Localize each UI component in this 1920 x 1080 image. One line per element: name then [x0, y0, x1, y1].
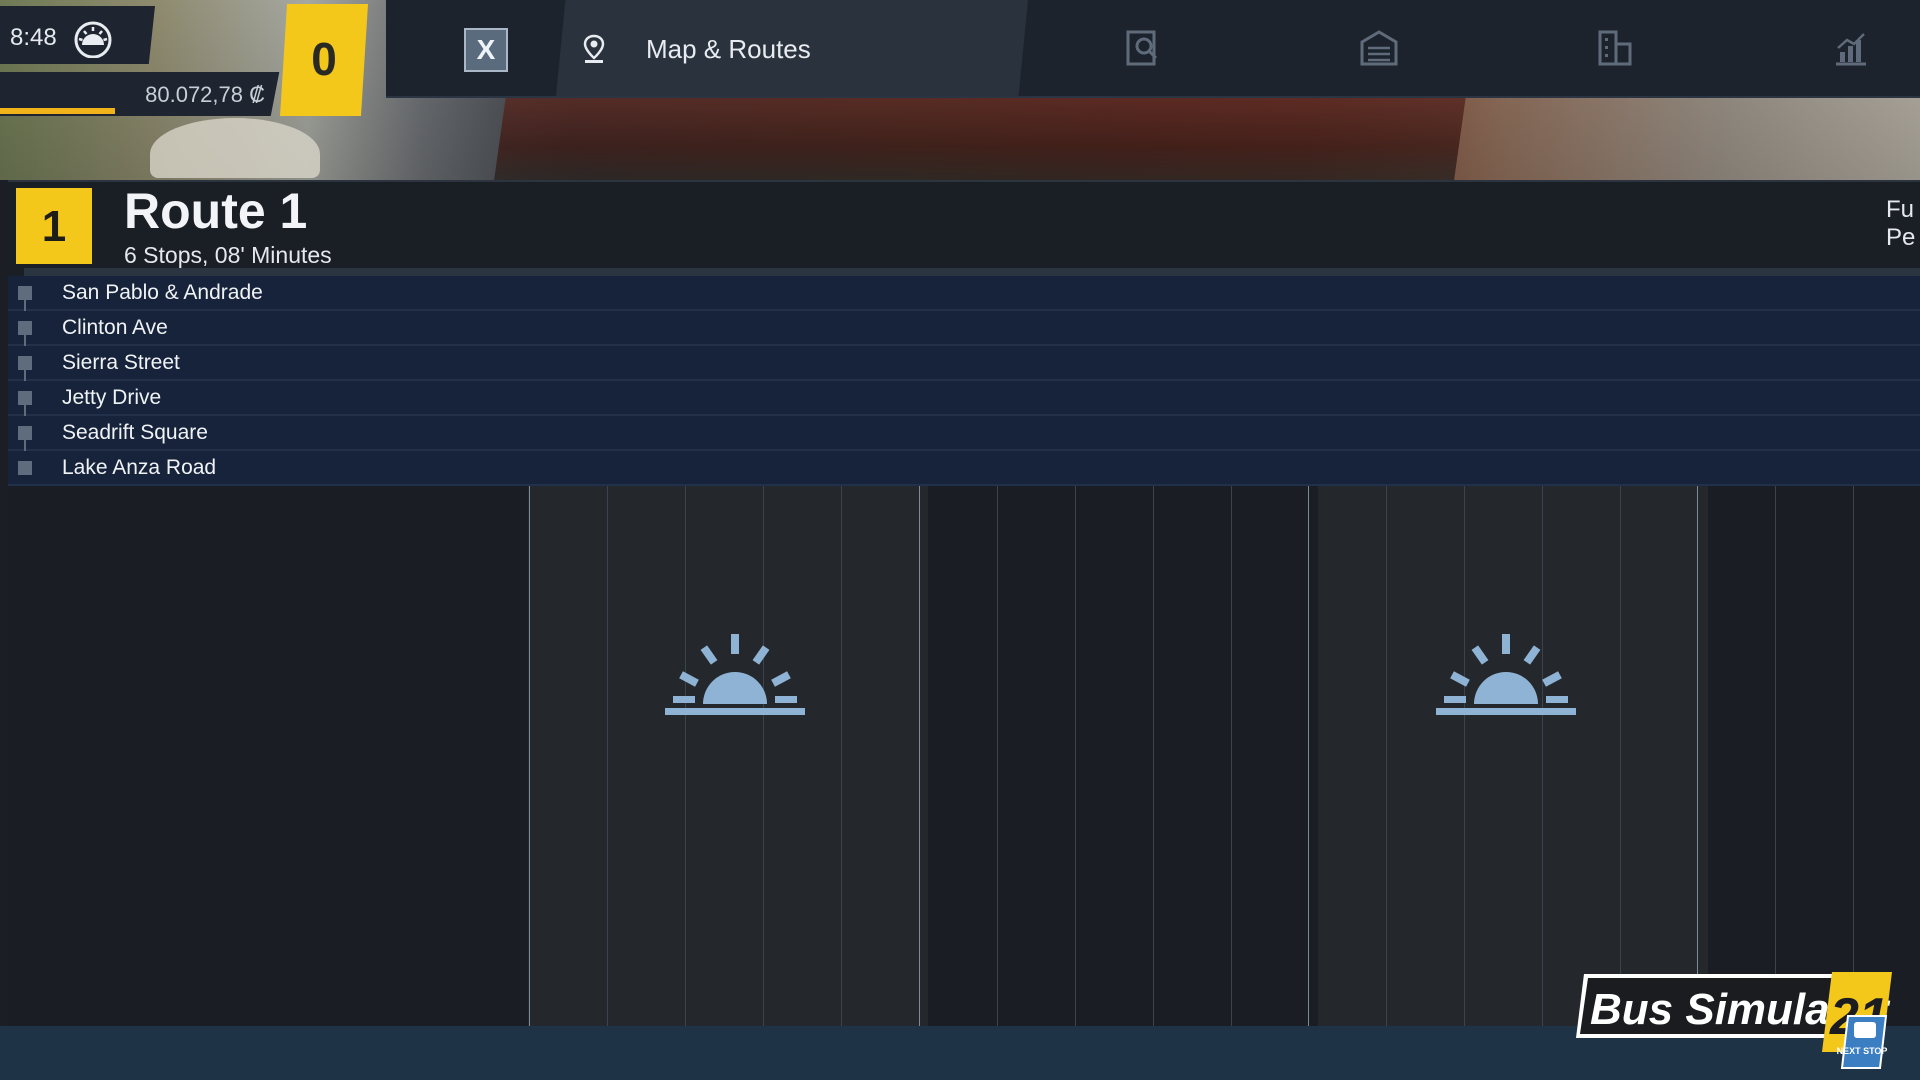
- progress-bar: [0, 108, 115, 114]
- stop-row[interactable]: Seadrift Square: [8, 416, 1920, 451]
- sunrise-icon: [1436, 634, 1576, 715]
- tab-map-routes[interactable]: Map & Routes: [556, 0, 1028, 96]
- stop-row[interactable]: San Pablo & Andrade: [8, 276, 1920, 311]
- stop-row[interactable]: Jetty Drive: [8, 381, 1920, 416]
- route-right-info: Fu Pe: [1886, 196, 1920, 252]
- tab-map-routes-label: Map & Routes: [646, 34, 811, 64]
- background-water-tank: [150, 118, 320, 178]
- stop-marker-icon: [18, 461, 32, 475]
- route-header: 1 Route 1 6 Stops, 08' Minutes Fu Pe: [8, 180, 1920, 270]
- route-right-line2: Pe: [1886, 224, 1916, 251]
- stop-row[interactable]: Sierra Street: [8, 346, 1920, 381]
- route-number-badge: 1: [16, 188, 92, 264]
- sort-strip: [24, 268, 1920, 276]
- notification-counter[interactable]: 0: [280, 4, 368, 116]
- route-subtitle: 6 Stops, 08' Minutes: [124, 242, 332, 268]
- stop-connector: [24, 405, 26, 416]
- timetable-grid: San Pablo & Andrade Clinton Ave Sierra S…: [8, 276, 1920, 1026]
- search-document-icon[interactable]: [1122, 28, 1164, 68]
- sunrise-icon: [665, 634, 805, 715]
- stop-marker-icon: [18, 356, 32, 370]
- stop-marker-icon: [18, 391, 32, 405]
- stop-name: Sierra Street: [62, 351, 180, 374]
- bus-simulator-21-logo: Bus Simulator 21 NEXT STOP: [1576, 972, 1892, 1069]
- clock-time: 8:48: [10, 24, 57, 51]
- stop-name: Clinton Ave: [62, 316, 168, 339]
- stop-row[interactable]: Clinton Ave: [8, 311, 1920, 346]
- stop-connector: [24, 370, 26, 381]
- money-balance: 80.072,78 ₡: [145, 82, 265, 107]
- map-pin-icon: [583, 34, 605, 63]
- clock-panel: 8:48: [0, 6, 155, 64]
- background-roof: [494, 96, 1466, 180]
- stop-connector: [24, 335, 26, 346]
- stop-row[interactable]: Lake Anza Road: [8, 451, 1920, 486]
- sunrise-icon: [74, 21, 112, 58]
- stop-connector: [24, 300, 26, 311]
- stop-marker-icon: [18, 426, 32, 440]
- stop-name: San Pablo & Andrade: [62, 281, 263, 304]
- stop-name: Lake Anza Road: [62, 456, 217, 479]
- route-right-line1: Fu: [1886, 196, 1915, 223]
- buildings-icon[interactable]: [1594, 28, 1636, 68]
- depot-icon[interactable]: [1358, 28, 1400, 68]
- stop-name: Seadrift Square: [62, 421, 208, 444]
- route-title: Route 1: [124, 183, 308, 239]
- counter-value: 0: [311, 33, 337, 85]
- logo-badge: NEXT STOP: [1837, 1046, 1888, 1056]
- stop-marker-icon: [18, 286, 32, 300]
- close-button[interactable]: X: [464, 28, 508, 72]
- stop-marker-icon: [18, 321, 32, 335]
- statistics-icon[interactable]: [1830, 28, 1872, 68]
- stop-connector: [24, 440, 26, 451]
- stop-name: Jetty Drive: [62, 386, 162, 409]
